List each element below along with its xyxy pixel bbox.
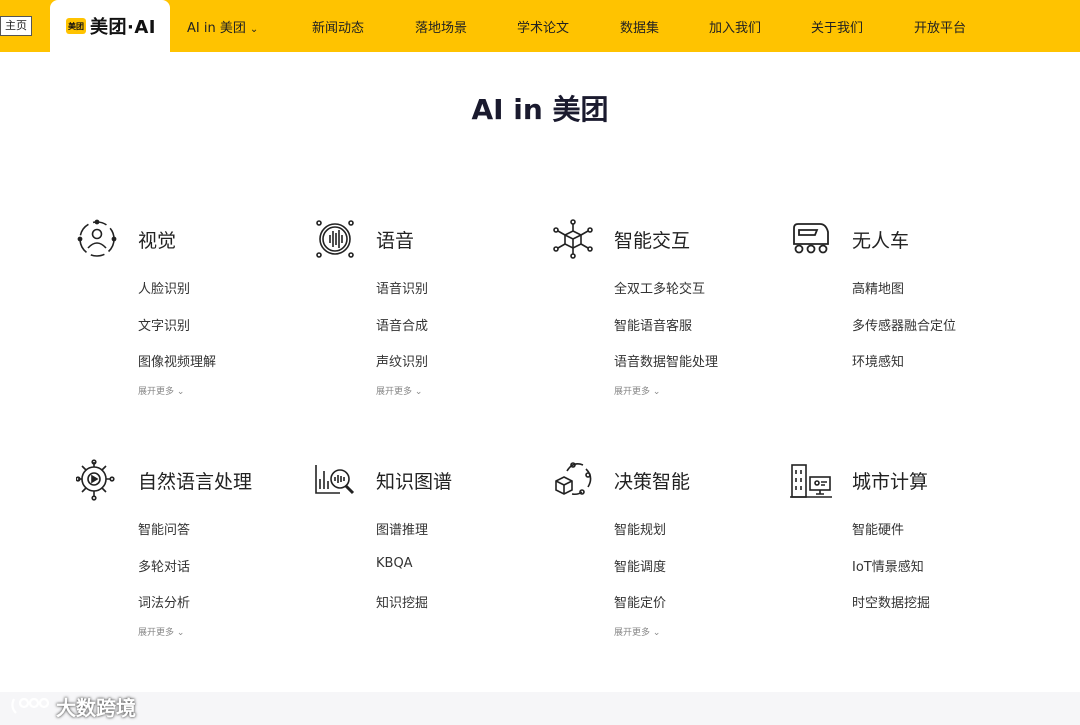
category-item[interactable]: 智能定价 <box>614 592 666 629</box>
city-computing-icon <box>790 464 832 498</box>
nav-about-us[interactable]: 关于我们 <box>811 17 863 36</box>
category-item[interactable]: 语音合成 <box>376 315 428 352</box>
nav-ai-in-meituan[interactable]: AI in 美团 ⌄ <box>187 17 258 36</box>
category-item[interactable]: 多传感器融合定位 <box>852 315 956 352</box>
nlp-icon <box>76 459 115 501</box>
category-item[interactable]: 环境感知 <box>852 351 956 388</box>
expand-more-link[interactable]: 展开更多 ⌄ <box>614 384 718 397</box>
watermark-text: 大数跨境 <box>56 695 136 720</box>
category-item[interactable]: 智能规划 <box>614 519 666 556</box>
category-item[interactable]: 词法分析 <box>138 592 190 629</box>
expand-more-link[interactable]: 展开更多 ⌄ <box>376 384 428 397</box>
category-item[interactable]: 时空数据挖掘 <box>852 592 930 629</box>
vision-icon <box>77 219 117 257</box>
chevron-down-icon: ⌄ <box>652 627 661 638</box>
expand-more-link[interactable]: 展开更多 ⌄ <box>138 384 216 397</box>
autonomous-vehicle-icon <box>793 223 829 254</box>
watermark: 大数跨境 <box>10 692 136 720</box>
category-item[interactable]: 人脸识别 <box>138 278 216 315</box>
nav-join-us[interactable]: 加入我们 <box>709 17 761 36</box>
logo-mark-icon: 美团 <box>66 18 86 34</box>
category-item[interactable]: 高精地图 <box>852 278 956 315</box>
category-item[interactable]: 多轮对话 <box>138 556 190 593</box>
category-item[interactable]: 图谱推理 <box>376 519 428 556</box>
decision-icon <box>555 462 592 496</box>
category-title[interactable]: 决策智能 <box>614 467 690 494</box>
category-item[interactable]: 文字识别 <box>138 315 216 352</box>
category-title[interactable]: 自然语言处理 <box>138 467 252 494</box>
nav-news[interactable]: 新闻动态 <box>312 17 364 36</box>
category-item[interactable]: 声纹识别 <box>376 351 428 388</box>
category-title[interactable]: 无人车 <box>852 226 909 253</box>
meituan-ai-logo[interactable]: 美团 美团·AI <box>50 0 170 52</box>
chevron-down-icon: ⌄ <box>176 386 185 397</box>
nav-datasets[interactable]: 数据集 <box>620 17 659 36</box>
category-item[interactable]: 语音数据智能处理 <box>614 351 718 388</box>
category-item[interactable]: 语音识别 <box>376 278 428 315</box>
category-title[interactable]: 智能交互 <box>614 226 690 253</box>
category-item[interactable]: IoT情景感知 <box>852 556 930 593</box>
category-item[interactable]: 智能调度 <box>614 556 666 593</box>
chevron-down-icon: ⌄ <box>249 23 259 35</box>
home-button[interactable]: 主页 <box>0 16 32 36</box>
nav-papers[interactable]: 学术论文 <box>517 17 569 36</box>
category-item[interactable]: 智能问答 <box>138 519 190 556</box>
category-title[interactable]: 知识图谱 <box>376 467 452 494</box>
interaction-icon <box>553 219 593 259</box>
expand-more-link[interactable]: 展开更多 ⌄ <box>614 625 666 638</box>
chevron-down-icon: ⌄ <box>414 386 423 397</box>
nav-open-platform[interactable]: 开放平台 <box>914 17 966 36</box>
watermark-logo-icon <box>11 697 50 714</box>
logo-text: 美团·AI <box>90 17 156 38</box>
category-title[interactable]: 视觉 <box>138 226 176 253</box>
category-title[interactable]: 城市计算 <box>852 467 928 494</box>
category-item[interactable]: 智能硬件 <box>852 519 930 556</box>
footer-strip <box>0 692 1080 725</box>
top-nav-bar: 主页 美团 美团·AI AI in 美团 ⌄ 新闻动态 落地场景 学术论文 数据集… <box>0 0 1080 52</box>
category-item[interactable]: 全双工多轮交互 <box>614 278 718 315</box>
category-title[interactable]: 语音 <box>376 226 414 253</box>
category-item[interactable]: KBQA <box>376 556 428 593</box>
speech-icon <box>316 220 354 258</box>
chevron-down-icon: ⌄ <box>176 627 185 638</box>
category-item[interactable]: 图像视频理解 <box>138 351 216 388</box>
nav-scenarios[interactable]: 落地场景 <box>415 17 467 36</box>
page-title: AI in 美团 <box>471 93 609 126</box>
category-item[interactable]: 知识挖掘 <box>376 592 428 629</box>
knowledge-graph-icon <box>315 465 355 495</box>
category-item[interactable]: 智能语音客服 <box>614 315 718 352</box>
expand-more-link[interactable]: 展开更多 ⌄ <box>138 625 190 638</box>
chevron-down-icon: ⌄ <box>652 386 661 397</box>
